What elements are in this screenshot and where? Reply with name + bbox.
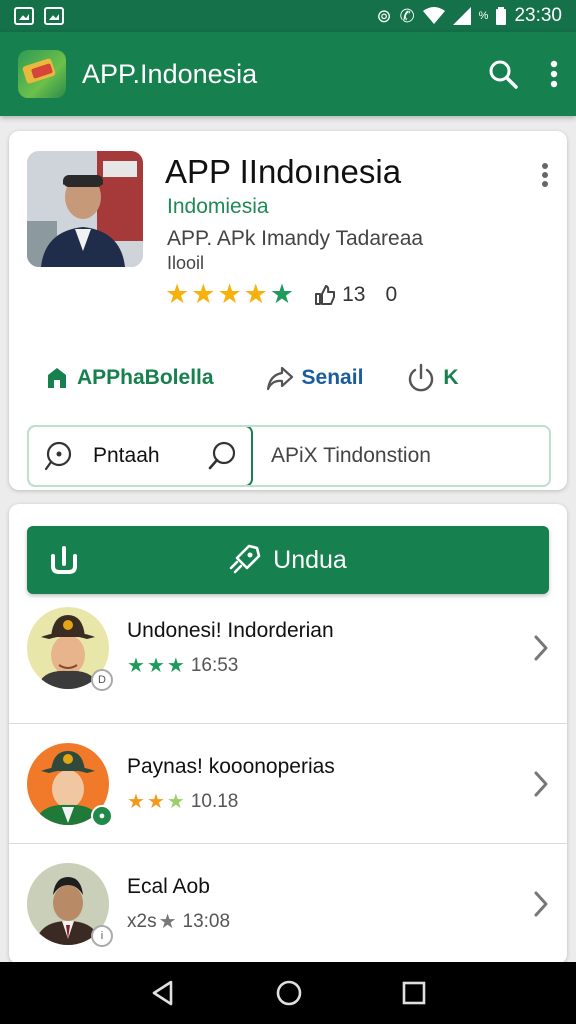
list-item-meta: ★ ★ ★ 16:53: [127, 655, 334, 677]
search-input[interactable]: APiX Tindonstion: [253, 427, 549, 485]
wifi-icon: [422, 7, 445, 24]
search-tab[interactable]: Pntaah: [29, 427, 253, 485]
list-item-meta: x2s ★ 13:08: [127, 911, 230, 933]
list-item-title: Paynas! kooonoperias: [127, 754, 335, 778]
app-developer-photo: [27, 151, 143, 267]
badge-icon: ●: [91, 804, 113, 827]
likes-count: 13: [342, 282, 366, 306]
battery-percent: %: [478, 10, 489, 22]
chevron-right-icon[interactable]: [533, 770, 549, 798]
clock: 23:30: [514, 5, 562, 26]
star-icon: ★: [166, 655, 185, 677]
search-icon[interactable]: [207, 441, 237, 471]
list-item-meta: ★ ★ ★ 10.18: [127, 791, 335, 813]
home-action-label: APPhaBolella: [77, 366, 214, 389]
battery-icon: [496, 7, 507, 25]
star-icon: ★: [269, 279, 295, 309]
app-developer: APP. APk Imandy Tadareaa: [167, 227, 424, 250]
home-action-button[interactable]: APPhaBolella: [45, 366, 214, 390]
card-actions: APPhaBolella Senail K: [45, 363, 545, 393]
star-icon: ★: [191, 279, 216, 309]
power-action-button[interactable]: K: [407, 363, 459, 393]
recents-icon[interactable]: [401, 980, 427, 1006]
signal-icon: [452, 7, 471, 25]
list-avatar: ●: [27, 742, 113, 827]
app-logo-icon: [18, 50, 66, 98]
send-action-button[interactable]: Senail: [266, 365, 364, 391]
chevron-right-icon[interactable]: [533, 634, 549, 662]
gallery-notification-icon: [44, 7, 64, 25]
card-more-icon[interactable]: [541, 163, 549, 187]
download-tray-icon: [51, 546, 77, 574]
list-item[interactable]: i Ecal Aob x2s ★ 13:08: [9, 843, 567, 963]
search-bar: Pntaah APiX Tindonstion: [27, 425, 551, 487]
list-item-prefix: x2s: [127, 910, 157, 932]
list-item[interactable]: D Undonesi! Indorderian ★ ★ ★ 16:53: [9, 588, 567, 708]
badge-icon: D: [91, 669, 113, 691]
sync-icon: ⊚: [376, 6, 392, 26]
likes[interactable]: 13: [314, 283, 365, 307]
back-icon[interactable]: [149, 979, 177, 1007]
download-button[interactable]: Undua: [27, 526, 549, 594]
search-tab-label: Pntaah: [93, 444, 160, 467]
list-avatar: D: [27, 607, 113, 691]
list-item-title: Undonesi! Indorderian: [127, 619, 334, 642]
download-button-label: Undua: [273, 545, 347, 574]
download-list-card: Undua D Undonesi! Indorderian ★ ★ ★ 16:5…: [9, 504, 567, 964]
more-options-icon[interactable]: [550, 60, 558, 88]
list-item-value: 16:53: [190, 655, 239, 676]
star-icon: ★: [166, 790, 185, 813]
star-icon: ★: [158, 910, 177, 933]
list-avatar: i: [27, 862, 113, 947]
app-bar-title: APP.Indonesia: [82, 58, 258, 89]
star-icon: ★: [243, 279, 268, 309]
app-detail-card: APP IIndoınesia Indomiesia APP. APk Iman…: [9, 131, 567, 490]
list-item-value: 10.18: [190, 790, 239, 812]
app-extra-info: Ilooil: [167, 253, 205, 273]
star-icon: ★: [146, 655, 165, 677]
image-notification-icon: [14, 7, 34, 25]
star-icon: ★: [127, 790, 145, 813]
vibrate-icon: ✆: [399, 6, 415, 26]
navigation-bar: [0, 962, 576, 1024]
badge-icon: i: [91, 924, 113, 947]
status-bar: ⊚ ✆ % 23:30: [0, 0, 576, 32]
power-icon: [409, 363, 434, 392]
chat-bubble-icon: [44, 441, 72, 471]
power-action-label: K: [443, 366, 459, 389]
star-icon: ★: [165, 279, 190, 309]
home-icon: [48, 368, 66, 388]
list-item-value: 13:08: [182, 910, 231, 932]
star-icon: ★: [146, 790, 165, 813]
share-arrow-icon: [266, 366, 293, 391]
app-bar: APP.Indonesia: [0, 32, 576, 116]
chevron-right-icon[interactable]: [533, 890, 549, 918]
app-title: APP IIndoınesia: [165, 153, 402, 190]
list-item[interactable]: ● Paynas! kooonoperias ★ ★ ★ 10.18: [9, 723, 567, 843]
home-icon[interactable]: [275, 979, 303, 1007]
send-action-label: Senail: [301, 366, 364, 389]
app-category[interactable]: Indomiesia: [167, 195, 269, 219]
search-icon[interactable]: [488, 59, 518, 89]
rating-row: ★ ★ ★ ★ ★ 13 0: [165, 281, 397, 308]
star-icon: ★: [127, 655, 145, 677]
thumbs-up-icon: [315, 284, 336, 305]
rocket-icon: [229, 544, 261, 574]
star-icon: ★: [217, 279, 242, 309]
secondary-count: 0: [385, 282, 398, 306]
list-item-title: Ecal Aob: [127, 874, 210, 898]
